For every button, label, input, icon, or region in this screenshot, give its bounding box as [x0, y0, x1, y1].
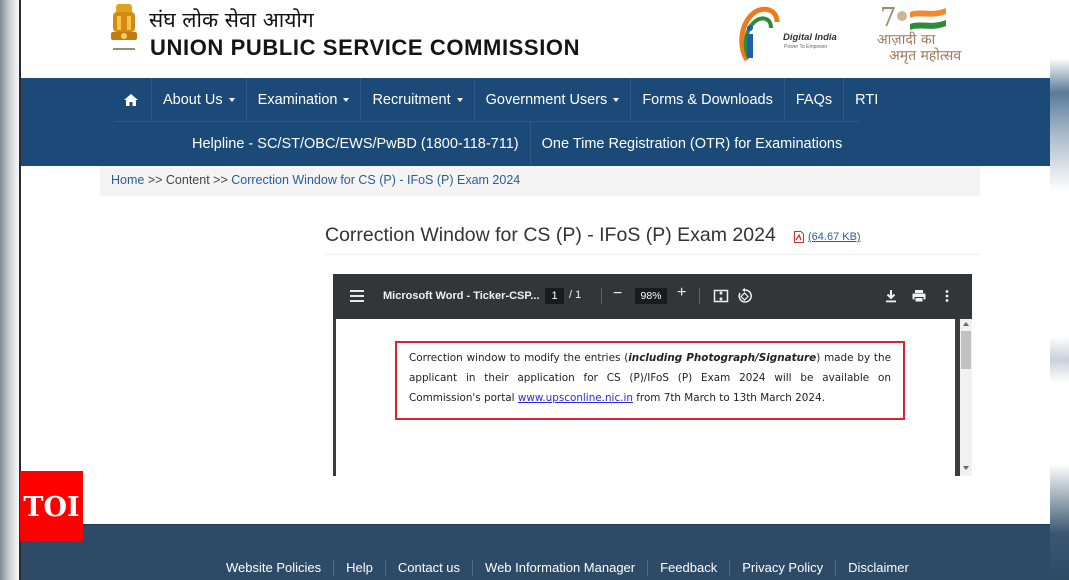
toolbar-divider	[699, 288, 700, 304]
nav-label: Forms & Downloads	[642, 91, 773, 108]
nav-forms-downloads[interactable]: Forms & Downloads	[631, 78, 785, 121]
scroll-thumb[interactable]	[961, 331, 971, 369]
nav-secondary-row: Helpline - SC/ST/OBC/EWS/PwBD (1800-118-…	[181, 122, 853, 165]
scroll-down-icon[interactable]	[963, 466, 969, 470]
more-options-icon[interactable]	[939, 288, 955, 304]
page-count: / 1	[569, 289, 582, 301]
print-icon[interactable]	[911, 288, 927, 304]
nav-label: Government Users	[485, 91, 608, 108]
toi-badge: TOI	[20, 471, 83, 541]
correction-notice: Correction window to modify the entries …	[395, 341, 905, 420]
screenshot-edge-right	[1049, 0, 1069, 580]
breadcrumb-content: Content	[165, 173, 210, 187]
pdf-viewer[interactable]: Microsoft Word - Ticker-CSP... 1 / 1 − 9…	[333, 274, 972, 476]
pdf-document-title: Microsoft Word - Ticker-CSP...	[383, 290, 540, 302]
nav-label: About Us	[163, 91, 223, 108]
upsconline-link[interactable]: www.upsconline.nic.in	[518, 392, 633, 404]
zoom-out-button[interactable]: −	[613, 285, 622, 303]
notice-text: from 7th March to 13th March 2024.	[632, 392, 825, 404]
zoom-in-button[interactable]: +	[677, 284, 686, 302]
toolbar-divider	[601, 288, 602, 304]
nav-about-us[interactable]: About Us	[152, 78, 247, 121]
zoom-input[interactable]: 98%	[635, 288, 667, 304]
pdf-viewer-gutter	[333, 319, 336, 476]
breadcrumb: Home >> Content >> Correction Window for…	[100, 166, 980, 196]
page-number-input[interactable]: 1	[545, 288, 564, 304]
nav-recruitment[interactable]: Recruitment	[361, 78, 475, 121]
pdf-page: Correction window to modify the entries …	[333, 319, 960, 476]
footer-link-web-information-manager[interactable]: Web Information Manager	[473, 560, 649, 576]
footer-link-website-policies[interactable]: Website Policies	[214, 560, 335, 576]
site-footer: Website Policies Help Contact us Web Inf…	[21, 524, 1050, 580]
national-emblem-icon	[111, 4, 137, 50]
page-title: Correction Window for CS (P) - IFoS (P) …	[325, 224, 776, 246]
notice-text: Correction window to modify the entries …	[409, 352, 629, 364]
nav-primary-row: About Us Examination Recruitment Governm…	[114, 78, 889, 121]
pdf-file-icon	[794, 231, 804, 243]
footer-link-contact-us[interactable]: Contact us	[386, 560, 474, 576]
title-divider	[325, 254, 980, 255]
site-header: संघ लोक सेवा आयोग UNION PUBLIC SERVICE C…	[21, 0, 1050, 78]
nav-label: Examination	[257, 91, 338, 108]
footer-link-privacy-policy[interactable]: Privacy Policy	[730, 560, 837, 576]
breadcrumb-home[interactable]: Home	[111, 173, 144, 187]
fit-to-page-icon[interactable]	[713, 288, 729, 304]
nav-faqs[interactable]: FAQs	[785, 78, 845, 121]
menu-icon[interactable]	[350, 290, 364, 302]
pdf-download-link[interactable]: (64.67 KB)	[794, 231, 861, 243]
screenshot-edge-left	[0, 0, 20, 580]
download-icon[interactable]	[883, 288, 899, 304]
nav-label: FAQs	[795, 91, 833, 108]
caret-down-icon	[343, 97, 350, 102]
nav-government-users[interactable]: Government Users	[475, 78, 632, 121]
digital-india-logo-icon[interactable]	[737, 4, 781, 64]
pdf-toolbar: Microsoft Word - Ticker-CSP... 1 / 1 − 9…	[333, 274, 972, 319]
scroll-up-icon[interactable]	[963, 322, 969, 326]
nav-home[interactable]	[114, 78, 152, 121]
nav-otr[interactable]: One Time Registration (OTR) for Examinat…	[531, 122, 854, 165]
nav-examination[interactable]: Examination	[247, 78, 362, 121]
digital-india-text: Digital India	[783, 32, 837, 43]
digital-india-tagline: Power To Empower	[784, 44, 828, 50]
main-navigation: About Us Examination Recruitment Governm…	[21, 78, 1050, 166]
footer-link-feedback[interactable]: Feedback	[648, 560, 731, 576]
page: संघ लोक सेवा आयोग UNION PUBLIC SERVICE C…	[21, 0, 1050, 580]
nav-label: RTI	[855, 91, 879, 108]
site-title-english: UNION PUBLIC SERVICE COMMISSION	[150, 35, 581, 60]
footer-link-disclaimer[interactable]: Disclaimer	[836, 560, 921, 576]
caret-down-icon	[228, 97, 235, 102]
home-icon	[124, 93, 138, 106]
breadcrumb-separator: >>	[213, 173, 232, 187]
breadcrumb-current[interactable]: Correction Window for CS (P) - IFoS (P) …	[231, 173, 520, 187]
svg-text:7: 7	[880, 3, 897, 33]
breadcrumb-separator: >>	[147, 173, 166, 187]
nav-rti[interactable]: RTI	[844, 78, 889, 121]
pdf-file-size: (64.67 KB)	[808, 231, 861, 243]
nav-label: Recruitment	[372, 91, 451, 108]
footer-link-help[interactable]: Help	[334, 560, 386, 576]
notice-emphasis: including Photograph/Signature	[628, 352, 817, 364]
footer-links: Website Policies Help Contact us Web Inf…	[214, 560, 921, 576]
caret-down-icon	[613, 97, 620, 102]
caret-down-icon	[456, 97, 463, 102]
pdf-scrollbar[interactable]	[960, 319, 972, 476]
nav-label: Helpline - SC/ST/OBC/EWS/PwBD (1800-118-…	[192, 135, 519, 152]
nav-label: One Time Registration (OTR) for Examinat…	[541, 135, 843, 152]
azadi-text-line2: अमृत महोत्सव	[889, 48, 962, 64]
rotate-icon[interactable]	[737, 288, 753, 304]
nav-helpline[interactable]: Helpline - SC/ST/OBC/EWS/PwBD (1800-118-…	[181, 122, 531, 165]
site-title-hindi: संघ लोक सेवा आयोग	[149, 8, 314, 32]
